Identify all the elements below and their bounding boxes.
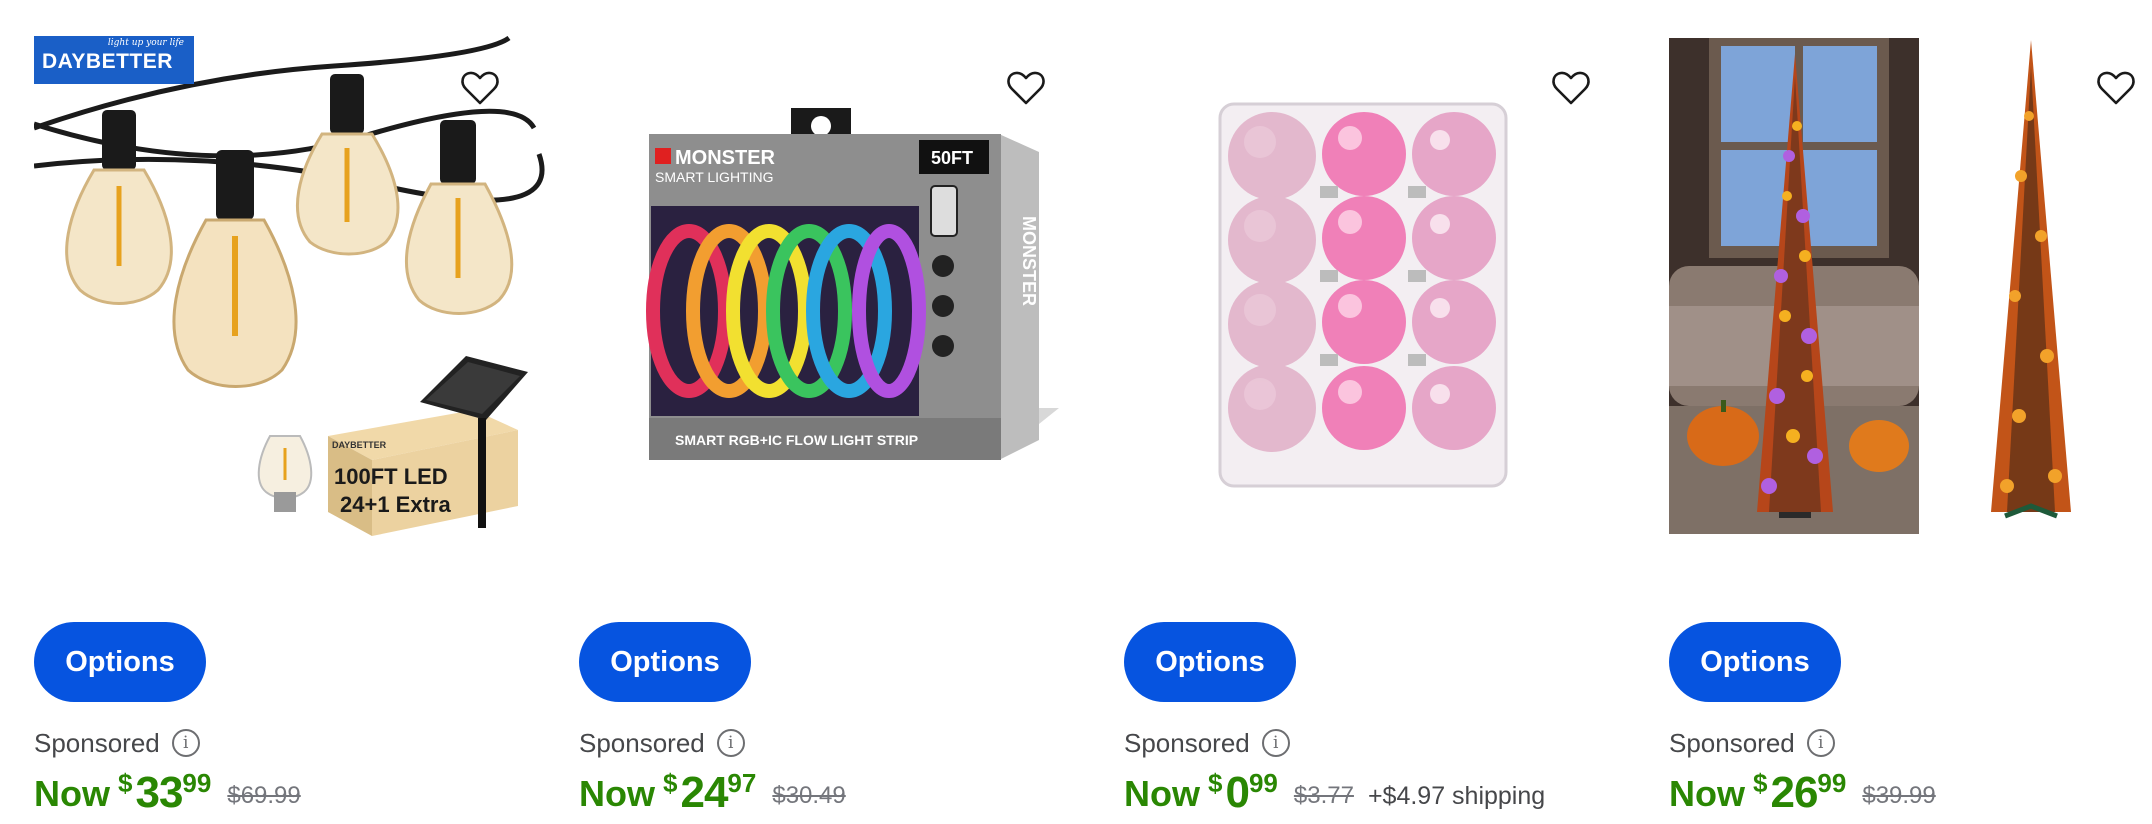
- now-label: Now: [1669, 773, 1745, 814]
- price-dollars: 0: [1225, 768, 1250, 817]
- now-label: Now: [579, 773, 655, 814]
- sponsored-text: Sponsored: [34, 727, 160, 758]
- sponsored-label: Sponsored i: [34, 726, 200, 760]
- price-dollars: 26: [1770, 768, 1818, 817]
- info-icon[interactable]: i: [1261, 729, 1290, 757]
- sponsored-text: Sponsored: [1669, 727, 1795, 758]
- currency-symbol: $: [663, 768, 678, 798]
- currency-symbol: $: [1208, 768, 1223, 798]
- product-card[interactable]: Options Sponsored i Now $ 26 99 $39.99: [1669, 0, 2152, 824]
- product-card[interactable]: DAYBETTER 100FT LED 24+1 Extra light up …: [33, 0, 554, 824]
- heart-outline-icon: [1007, 71, 1045, 105]
- product-card[interactable]: Options Sponsored i Now $ 0 99 $3.77 +$4…: [1124, 0, 1644, 824]
- was-price: $39.99: [1862, 782, 1936, 809]
- sponsored-label: Sponsored i: [1124, 726, 1290, 760]
- sponsored-text: Sponsored: [579, 727, 705, 758]
- price-row: Now $ 26 99 $39.99: [1669, 766, 1950, 816]
- product-card[interactable]: MONSTER SMART LIGHTING 50FT MONSTER SMAR…: [579, 0, 1099, 824]
- price-dollars: 33: [135, 768, 183, 817]
- heart-outline-icon: [2097, 71, 2135, 105]
- box-line-1: 100FT LED: [334, 464, 448, 489]
- price-dollars: 24: [680, 768, 728, 817]
- info-icon[interactable]: i: [1806, 729, 1835, 757]
- currency-symbol: $: [1753, 768, 1768, 798]
- box-line-2: 24+1 Extra: [340, 492, 451, 517]
- heart-outline-icon: [461, 71, 499, 105]
- now-label: Now: [1124, 773, 1200, 814]
- brand-badge: light up your life DAYBETTER: [34, 36, 194, 84]
- currency-symbol: $: [118, 768, 133, 798]
- box-brand-text: DAYBETTER: [332, 440, 387, 450]
- price-row: Now $ 0 99 $3.77 +$4.97 shipping: [1124, 766, 1545, 816]
- info-icon[interactable]: i: [171, 729, 200, 757]
- price-cents: 99: [1817, 768, 1847, 798]
- shipping-text: +$4.97 shipping: [1367, 782, 1546, 810]
- product-image[interactable]: DAYBETTER 100FT LED 24+1 Extra light up …: [33, 35, 554, 536]
- options-button[interactable]: Options: [579, 622, 751, 702]
- info-icon[interactable]: i: [716, 729, 745, 757]
- box-badge-text: 50FT: [931, 148, 973, 168]
- box-brand-text: MONSTER: [675, 147, 776, 169]
- was-price: $3.77: [1293, 782, 1354, 809]
- options-button[interactable]: Options: [34, 622, 206, 702]
- favorite-button[interactable]: [1549, 66, 1593, 110]
- options-button[interactable]: Options: [1124, 622, 1296, 702]
- favorite-button[interactable]: [2094, 66, 2138, 110]
- sponsored-label: Sponsored i: [1669, 726, 1835, 760]
- favorite-button[interactable]: [458, 66, 502, 110]
- favorite-button[interactable]: [1004, 66, 1048, 110]
- product-image[interactable]: [1669, 36, 2152, 536]
- was-price: $30.49: [772, 782, 846, 809]
- product-image[interactable]: [1124, 36, 1644, 536]
- box-caption: SMART RGB+IC FLOW LIGHT STRIP: [675, 432, 918, 448]
- brand-tagline: light up your life: [107, 38, 184, 48]
- box-side-brand: MONSTER: [1019, 216, 1039, 306]
- was-price: $69.99: [227, 782, 301, 809]
- heart-outline-icon: [1552, 71, 1590, 105]
- price-cents: 99: [1248, 768, 1278, 798]
- product-image[interactable]: MONSTER SMART LIGHTING 50FT MONSTER SMAR…: [579, 36, 1099, 536]
- options-button[interactable]: Options: [1669, 622, 1841, 702]
- box-sub-text: SMART LIGHTING: [655, 169, 774, 185]
- sponsored-label: Sponsored i: [579, 726, 745, 760]
- now-label: Now: [34, 773, 110, 814]
- price-cents: 97: [727, 768, 757, 798]
- price-row: Now $ 24 97 $30.49: [579, 766, 860, 816]
- price-row: Now $ 33 99 $69.99: [34, 766, 315, 816]
- sponsored-text: Sponsored: [1124, 727, 1250, 758]
- price-cents: 99: [182, 768, 212, 798]
- brand-name: DAYBETTER: [42, 50, 173, 73]
